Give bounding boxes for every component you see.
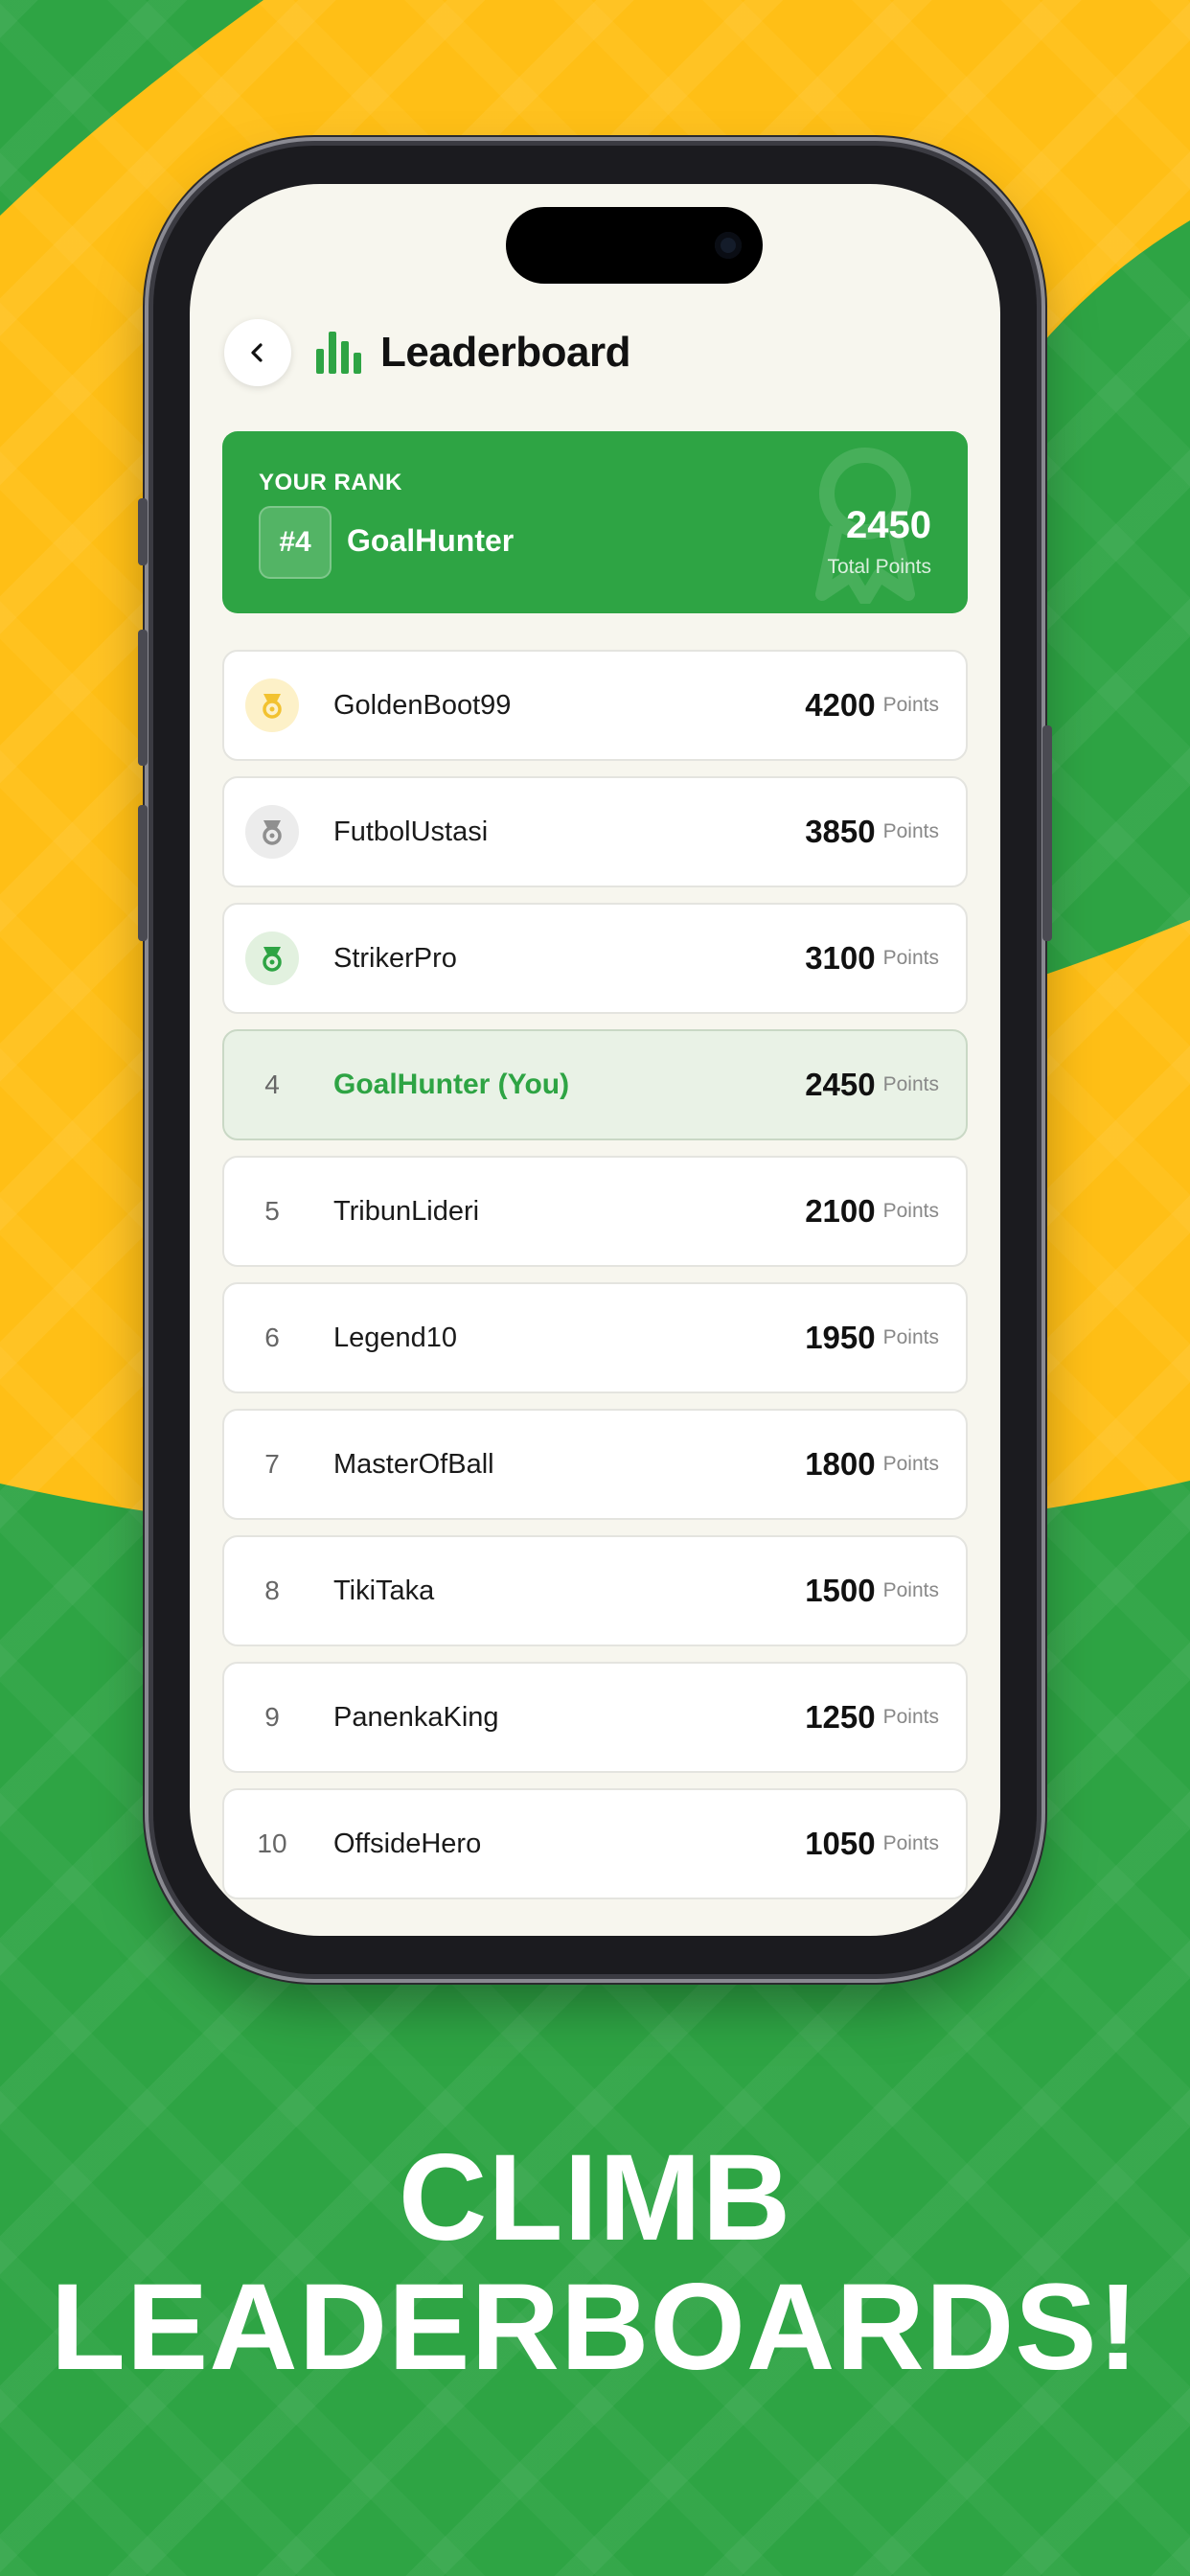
- player-points: 2100: [805, 1193, 876, 1229]
- points-unit: Points: [882, 947, 939, 969]
- side-button: [138, 498, 148, 565]
- your-rank-label: YOUR RANK: [259, 470, 402, 495]
- player-points: 3100: [805, 940, 876, 976]
- dynamic-island: [506, 207, 763, 284]
- gold-medal-icon: [245, 678, 299, 732]
- player-name: GoalHunter (You): [333, 1069, 570, 1100]
- back-button[interactable]: [224, 319, 291, 386]
- volume-up-button: [138, 630, 148, 766]
- leaderboard-row[interactable]: 5 TribunLideri 2100 Points: [222, 1156, 968, 1267]
- leaderboard-row[interactable]: StrikerPro 3100 Points: [222, 903, 968, 1014]
- player-name: TikiTaka: [333, 1576, 435, 1606]
- player-name: GoldenBoot99: [333, 690, 512, 721]
- leaderboard-row-current-user[interactable]: 4 GoalHunter (You) 2450 Points: [222, 1029, 968, 1140]
- rank-points-label: Total Points: [827, 556, 931, 578]
- points-unit: Points: [882, 1200, 939, 1222]
- points-unit: Points: [882, 1453, 939, 1475]
- player-position: 4: [264, 1070, 280, 1099]
- player-points: 1950: [805, 1320, 876, 1355]
- player-points: 1800: [805, 1446, 876, 1482]
- points-unit: Points: [882, 820, 939, 842]
- promo-headline-line2: LEADERBOARDS!: [50, 2259, 1140, 2396]
- player-name: Legend10: [333, 1322, 458, 1353]
- leaderboard-row[interactable]: 7 MasterOfBall 1800 Points: [222, 1409, 968, 1520]
- player-points: 2450: [805, 1067, 876, 1102]
- silver-medal-icon: [245, 805, 299, 859]
- power-button: [1042, 725, 1052, 941]
- app-screen: Leaderboard YOUR RANK #4 GoalHunter 2450…: [190, 184, 1000, 1936]
- player-name: StrikerPro: [333, 943, 457, 974]
- points-unit: Points: [882, 1706, 939, 1728]
- player-position: 9: [264, 1702, 280, 1732]
- player-name: PanenkaKing: [333, 1702, 499, 1733]
- player-points: 1250: [805, 1699, 876, 1735]
- player-position: 6: [264, 1322, 280, 1352]
- phone-frame: Leaderboard YOUR RANK #4 GoalHunter 2450…: [138, 146, 1052, 1974]
- rank-badge: #4: [259, 506, 332, 579]
- rank-total-points: 2450: [846, 504, 931, 546]
- promo-headline-line1: CLIMB: [398, 2129, 792, 2266]
- header: Leaderboard: [224, 318, 631, 387]
- leaderboard-list: GoldenBoot99 4200 Points FutbolUstasi 38…: [222, 650, 968, 1915]
- points-unit: Points: [882, 694, 939, 716]
- bar-chart-icon: [316, 332, 361, 374]
- leaderboard-row[interactable]: FutbolUstasi 3850 Points: [222, 776, 968, 887]
- points-unit: Points: [882, 1326, 939, 1348]
- player-name: FutbolUstasi: [333, 816, 489, 847]
- player-points: 1050: [805, 1826, 876, 1861]
- points-unit: Points: [882, 1073, 939, 1095]
- player-points: 4200: [805, 687, 876, 723]
- player-position: 10: [257, 1828, 287, 1858]
- player-position: 8: [264, 1576, 280, 1605]
- player-points: 3850: [805, 814, 876, 849]
- leaderboard-row[interactable]: GoldenBoot99 4200 Points: [222, 650, 968, 761]
- leaderboard-row[interactable]: 8 TikiTaka 1500 Points: [222, 1535, 968, 1646]
- points-unit: Points: [882, 1579, 939, 1601]
- player-name: OffsideHero: [333, 1828, 482, 1859]
- points-unit: Points: [882, 1832, 939, 1854]
- page-title: Leaderboard: [380, 329, 631, 376]
- rank-username: GoalHunter: [347, 523, 515, 558]
- player-name: MasterOfBall: [333, 1449, 494, 1480]
- player-position: 5: [264, 1196, 280, 1226]
- leaderboard-row[interactable]: 10 OffsideHero 1050 Points: [222, 1788, 968, 1899]
- your-rank-card: YOUR RANK #4 GoalHunter 2450 Total Point…: [222, 431, 968, 613]
- player-points: 1500: [805, 1573, 876, 1608]
- bronze-medal-icon: [245, 932, 299, 985]
- player-name: TribunLideri: [333, 1196, 480, 1227]
- leaderboard-row[interactable]: 6 Legend10 1950 Points: [222, 1282, 968, 1393]
- chevron-left-icon: [251, 343, 263, 362]
- player-position: 7: [264, 1449, 280, 1479]
- volume-down-button: [138, 805, 148, 941]
- leaderboard-row[interactable]: 9 PanenkaKing 1250 Points: [222, 1662, 968, 1773]
